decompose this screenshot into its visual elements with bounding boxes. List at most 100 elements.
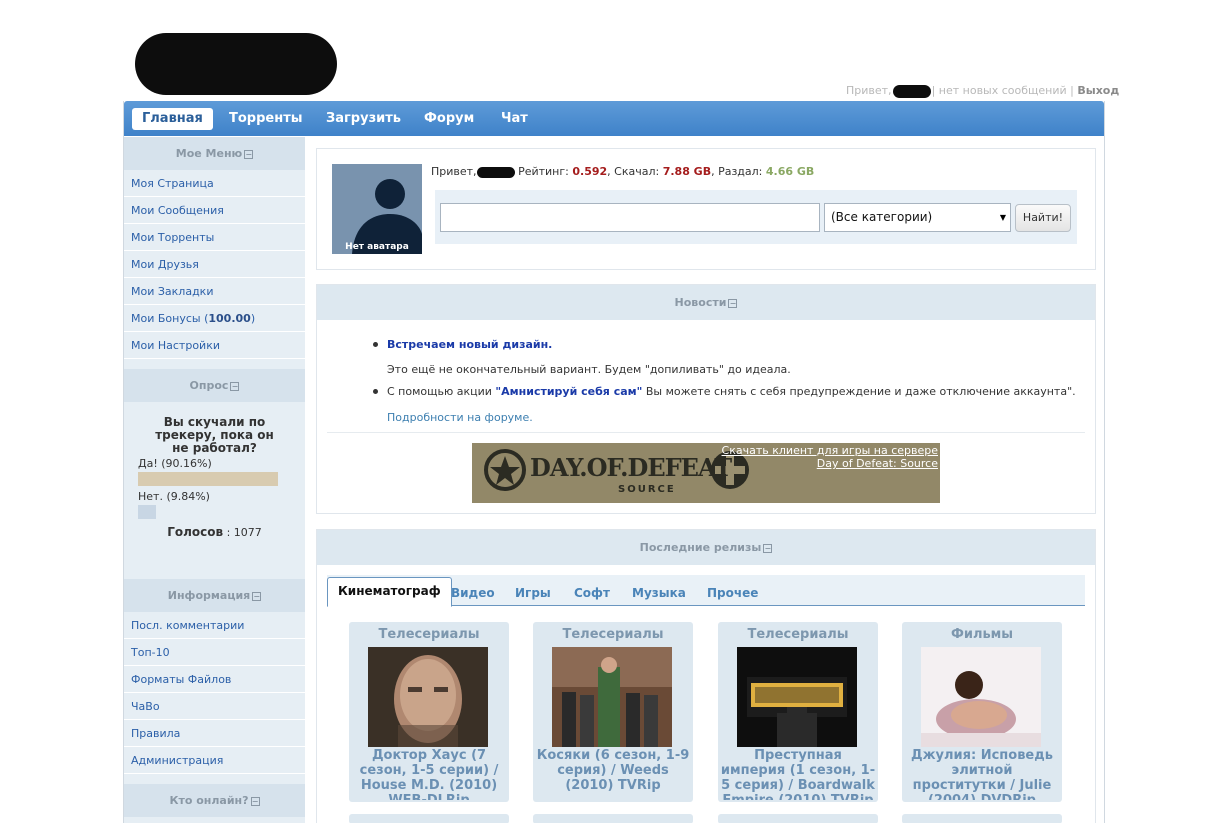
forum-details-link[interactable]: Подробности на форуме. <box>387 411 533 424</box>
sidebar-item-my-settings[interactable]: Мои Настройки <box>124 332 305 359</box>
nav-home[interactable]: Главная <box>132 108 213 130</box>
profile-panel: Нет аватара Привет, Рейтинг: 0.592, Скач… <box>316 148 1096 270</box>
release-category: Телесериалы <box>562 627 664 642</box>
poll-header[interactable]: Опрос − <box>124 369 305 402</box>
avatar-label: Нет аватара <box>345 242 409 252</box>
sidebar-item-my-bookmarks[interactable]: Мои Закладки <box>124 278 305 305</box>
bonus-value: 100.00 <box>208 312 251 325</box>
release-card[interactable]: Телесериалы Косяки (6 сезон, 1-9 серия) … <box>533 622 693 802</box>
user-silhouette-icon <box>332 164 422 254</box>
poster-image[interactable] <box>552 647 672 747</box>
nav-upload[interactable]: Загрузить <box>316 108 411 130</box>
releases-header[interactable]: Последние релизы − <box>317 530 1095 565</box>
bullet-icon <box>373 342 378 347</box>
sidebar-item-administration[interactable]: Администрация <box>124 747 305 774</box>
info-title: Информация <box>167 589 251 602</box>
game-banner[interactable]: DAY.OF.DEFEAT SOURCE Скачать клиент для … <box>472 443 940 503</box>
user-stats: Привет, Рейтинг: 0.592, Скачал: 7.88 GB,… <box>431 165 815 178</box>
tab-other[interactable]: Прочее <box>697 581 768 606</box>
sidebar: Мое Меню − Моя Страница Мои Сообщения Мои… <box>124 137 305 823</box>
site-logo[interactable] <box>135 33 337 95</box>
news-item-1-text: Это ещё не окончательный вариант. Будем … <box>387 363 791 376</box>
downloaded-value: 7.88 GB <box>662 165 712 178</box>
release-card[interactable]: Телесериалы Преступная империя (1 сезон,… <box>718 622 878 802</box>
releases-title: Последние релизы <box>639 541 762 554</box>
tab-games[interactable]: Игры <box>505 581 561 606</box>
redacted-username[interactable] <box>476 166 515 178</box>
news-item-1-title[interactable]: Встречаем новый дизайн. <box>387 338 552 351</box>
news-panel: Новости − Встречаем новый дизайн. Это ещё… <box>316 284 1096 514</box>
release-title[interactable]: Доктор Хаус (7 сезон, 1-5 серии) / House… <box>351 748 507 800</box>
collapse-icon[interactable]: − <box>763 543 773 553</box>
poster-image[interactable] <box>921 647 1041 747</box>
news-header[interactable]: Новости − <box>317 285 1095 320</box>
tab-music[interactable]: Музыка <box>622 581 696 606</box>
release-card[interactable]: Фильмы Джулия: Исповедь элитной проститу… <box>902 622 1062 802</box>
poster-image[interactable] <box>737 647 857 747</box>
banner-logo: DAY.OF.DEFEAT <box>530 453 732 482</box>
poll-question: Вы скучали по трекеру, пока он не работа… <box>155 415 274 455</box>
category-select[interactable]: (Все категории) ▼ <box>824 203 1011 232</box>
search-button[interactable]: Найти! <box>1015 204 1071 232</box>
release-card[interactable] <box>902 814 1062 823</box>
info-list: Посл. комментарии Топ-10 Форматы Файлов … <box>124 612 305 774</box>
release-title[interactable]: Джулия: Исповедь элитной проститутки / J… <box>904 748 1060 800</box>
sidebar-item-top10[interactable]: Топ-10 <box>124 639 305 666</box>
avatar[interactable]: Нет аватара <box>332 164 422 254</box>
collapse-icon[interactable]: − <box>250 796 260 806</box>
greeting-prefix: Привет, <box>846 84 892 97</box>
banner-link[interactable]: Скачать клиент для игры на сервере Day o… <box>722 444 938 470</box>
messages-status[interactable]: нет новых сообщений <box>939 84 1067 97</box>
releases-tabs: Кинематограф Видео Игры Софт Музыка Проч… <box>327 575 1085 607</box>
poster-image[interactable] <box>368 647 488 747</box>
tab-cinema[interactable]: Кинематограф <box>327 577 452 607</box>
collapse-icon[interactable]: − <box>244 149 254 159</box>
nav-forum[interactable]: Форум <box>414 108 484 130</box>
poll-votes: Голосов : 1077 <box>167 525 262 539</box>
poll-bar-yes <box>138 472 278 486</box>
divider <box>327 432 1085 433</box>
sidebar-item-my-bonuses[interactable]: Мои Бонусы (100.00) <box>124 305 305 332</box>
poll-title: Опрос <box>189 379 229 392</box>
nav-chat[interactable]: Чат <box>491 108 538 130</box>
info-header[interactable]: Информация − <box>124 579 305 612</box>
collapse-icon[interactable]: − <box>230 381 240 391</box>
sidebar-item-last-comments[interactable]: Посл. комментарии <box>124 612 305 639</box>
poll-option-no: Нет. (9.84%) <box>138 490 210 503</box>
redacted-username[interactable] <box>892 84 931 98</box>
tab-video[interactable]: Видео <box>441 581 505 606</box>
user-greeting: Привет, | нет новых сообщений | Выход <box>846 84 1120 98</box>
release-category: Телесериалы <box>747 627 849 642</box>
release-card[interactable]: Телесериалы Доктор Хаус (7 сезон, 1-5 се… <box>349 622 509 802</box>
online-title: Кто онлайн? <box>169 794 249 807</box>
sidebar-item-my-friends[interactable]: Мои Друзья <box>124 251 305 278</box>
search-input[interactable] <box>440 203 820 232</box>
release-card[interactable] <box>349 814 509 823</box>
logout-link[interactable]: Выход <box>1077 84 1119 97</box>
sidebar-item-my-page[interactable]: Моя Страница <box>124 170 305 197</box>
tab-software[interactable]: Софт <box>564 581 620 606</box>
sidebar-item-rules[interactable]: Правила <box>124 720 305 747</box>
my-menu-list: Моя Страница Мои Сообщения Мои Торренты … <box>124 170 305 359</box>
release-category: Телесериалы <box>378 627 480 642</box>
online-header[interactable]: Кто онлайн? − <box>124 784 305 817</box>
sidebar-item-my-messages[interactable]: Мои Сообщения <box>124 197 305 224</box>
collapse-icon[interactable]: − <box>252 591 262 601</box>
poll-bar-no <box>138 505 156 519</box>
uploaded-value: 4.66 GB <box>765 165 815 178</box>
release-card[interactable] <box>718 814 878 823</box>
main-content: Нет аватара Привет, Рейтинг: 0.592, Скач… <box>316 148 1096 823</box>
sidebar-item-my-torrents[interactable]: Мои Торренты <box>124 224 305 251</box>
my-menu-header[interactable]: Мое Меню − <box>124 137 305 170</box>
news-item-2: С помощью акции "Амнистируй себя сам" Вы… <box>387 385 1076 398</box>
news-item-2-link[interactable]: "Амнистируй себя сам" <box>495 385 642 398</box>
sidebar-item-file-formats[interactable]: Форматы Файлов <box>124 666 305 693</box>
collapse-icon[interactable]: − <box>728 298 738 308</box>
release-card[interactable] <box>533 814 693 823</box>
sidebar-item-faq[interactable]: ЧаВо <box>124 693 305 720</box>
release-category: Фильмы <box>950 627 1014 642</box>
release-title[interactable]: Косяки (6 сезон, 1-9 серия) / Weeds (201… <box>535 748 691 800</box>
nav-torrents[interactable]: Торренты <box>219 108 313 130</box>
poll-option-yes: Да! (90.16%) <box>138 457 212 470</box>
release-title[interactable]: Преступная империя (1 сезон, 1-5 серия) … <box>720 748 876 800</box>
